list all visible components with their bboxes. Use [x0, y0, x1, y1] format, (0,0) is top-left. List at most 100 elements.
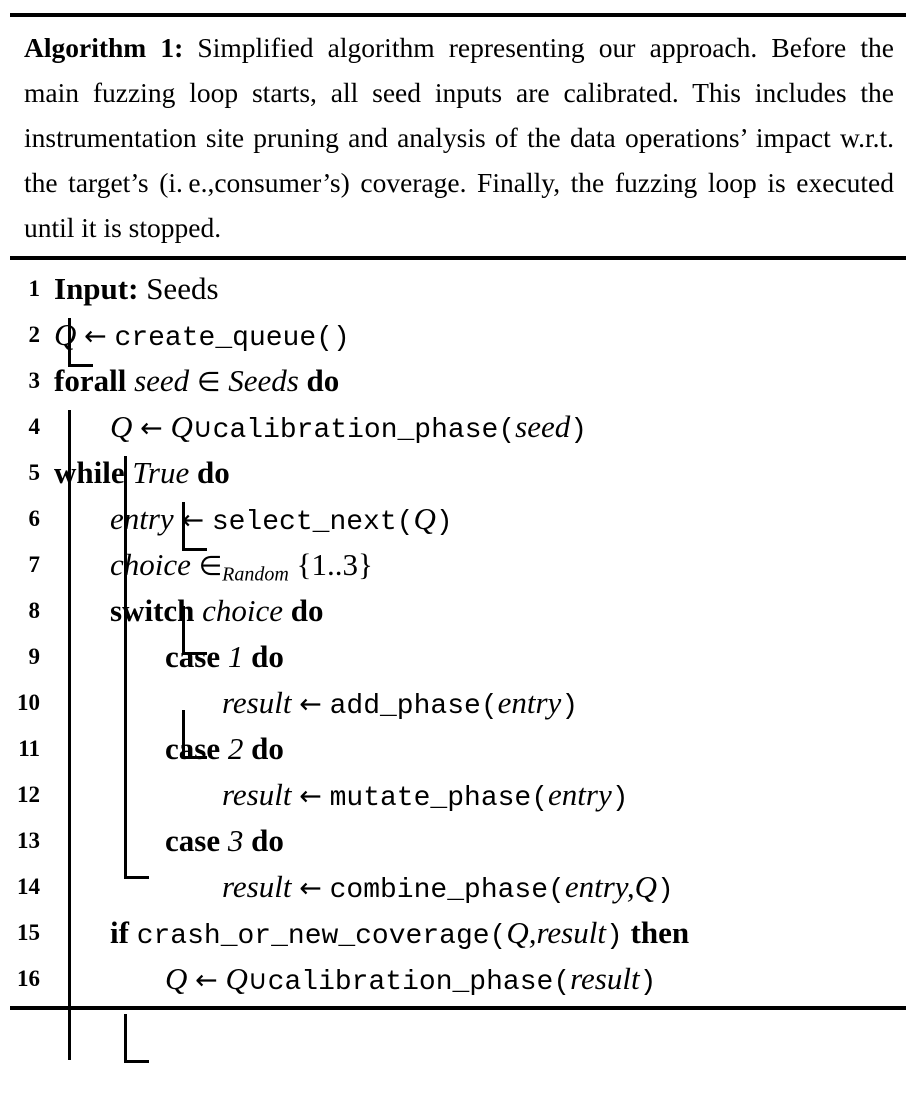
keyword-while: while	[54, 455, 125, 490]
arg-q: Q	[506, 915, 529, 950]
line-number: 7	[28, 552, 41, 577]
arg-entry: entry	[497, 685, 562, 720]
algorithm-label: Algorithm 1:	[24, 32, 184, 63]
case-value: 3	[227, 823, 244, 858]
line-code: if crash_or_new_coverage(Q,result) then	[110, 910, 689, 960]
input-arg: Seeds	[146, 271, 219, 306]
call-create-queue: create_queue()	[114, 323, 350, 354]
algorithm-body: 1 Input: Seeds 2 Q ← create_queue() 3 fo…	[10, 260, 906, 1063]
line-number: 9	[28, 644, 41, 669]
algorithm-line: 9 case 1 do	[10, 634, 906, 680]
algorithm-line: 13 case 3 do	[10, 818, 906, 864]
algorithm-line: 6 entry ← select_next(Q)	[10, 496, 906, 542]
line-code: Q ← Q∪calibration_phase(result)	[165, 956, 656, 1006]
arg-separator: ,	[528, 915, 537, 950]
set-seeds: Seeds	[228, 363, 299, 398]
line-code: result ← mutate_phase(entry)	[222, 772, 629, 822]
line-number: 3	[28, 368, 41, 393]
keyword-then: then	[630, 915, 690, 950]
union-icon: ∪	[192, 413, 213, 444]
var-entry: entry	[110, 501, 174, 536]
var-result: result	[222, 777, 292, 812]
keyword-forall: forall	[54, 363, 127, 398]
arg-q: Q	[413, 501, 436, 536]
line-number: 5	[28, 460, 41, 485]
line-code: entry ← select_next(Q)	[110, 496, 453, 546]
arg-entry: entry	[564, 869, 627, 904]
keyword-do: do	[290, 593, 324, 628]
var-q: Q	[54, 317, 77, 352]
var-result: result	[222, 685, 292, 720]
algorithm-line: 10 result ← add_phase(entry)	[10, 680, 906, 726]
assign-arrow-icon: ←	[84, 321, 107, 352]
close-paren: )	[605, 921, 623, 952]
assign-arrow-icon: ←	[195, 965, 218, 996]
line-code: switch choice do	[110, 588, 324, 634]
call-calibration-phase: calibration_phase(	[212, 415, 516, 446]
line-number: 4	[28, 414, 41, 439]
element-of-icon: ∈	[196, 367, 221, 398]
algorithm-line: 12 result ← mutate_phase(entry)	[10, 772, 906, 818]
algorithm-line: 1 Input: Seeds	[10, 266, 906, 312]
arg-entry: entry	[548, 777, 612, 812]
line-code: forall seed ∈ Seeds do	[54, 358, 339, 406]
var-result: result	[222, 869, 292, 904]
element-of-icon: ∈	[198, 551, 223, 582]
line-number: 6	[28, 506, 41, 531]
line-code: result ← add_phase(entry)	[222, 680, 578, 730]
assign-arrow-icon: ←	[181, 505, 205, 536]
line-number: 15	[17, 920, 40, 945]
line-code: while True do	[54, 450, 230, 496]
assign-arrow-icon: ←	[140, 413, 163, 444]
algorithm-line: 3 forall seed ∈ Seeds do	[10, 358, 906, 404]
line-number: 11	[18, 736, 40, 761]
arg-separator: ,	[626, 869, 635, 904]
union-icon: ∪	[247, 965, 268, 996]
assign-arrow-icon: ←	[299, 781, 322, 812]
var-q: Q	[225, 961, 248, 996]
line-number: 13	[17, 828, 40, 853]
algorithm-caption: Algorithm 1: Simplified algorithm repres…	[10, 17, 906, 256]
line-number: 14	[17, 874, 40, 899]
call-add-phase: add_phase(	[329, 691, 498, 722]
algorithm-line: 7 choice ∈Random {1..3}	[10, 542, 906, 588]
algorithm-line: 2 Q ← create_queue()	[10, 312, 906, 358]
keyword-do: do	[306, 363, 340, 398]
var-q: Q	[165, 961, 188, 996]
subscript-random: Random	[222, 563, 289, 586]
line-code: case 1 do	[165, 634, 284, 680]
call-calibration-phase: calibration_phase(	[267, 967, 571, 998]
keyword-input: Input:	[54, 271, 139, 306]
line-code: Q ← Q∪calibration_phase(seed)	[110, 404, 587, 454]
range-set: {1..3}	[296, 547, 373, 582]
line-number: 10	[17, 690, 40, 715]
algorithm-line: 16 Q ← Q∪calibration_phase(result)	[10, 956, 906, 1002]
keyword-do: do	[251, 639, 284, 674]
line-code: Q ← create_queue()	[54, 312, 350, 362]
line-number: 16	[17, 966, 40, 991]
line-number: 2	[28, 322, 41, 347]
line-number: 8	[28, 598, 41, 623]
keyword-case: case	[165, 823, 221, 858]
arg-q: Q	[634, 869, 657, 904]
line-number: 1	[28, 276, 41, 301]
keyword-switch: switch	[110, 593, 195, 628]
close-paren: )	[561, 691, 579, 722]
close-paren: )	[435, 507, 453, 538]
algorithm-caption-text: Simplified algorithm representing our ap…	[24, 32, 894, 243]
keyword-do: do	[196, 455, 230, 490]
algorithm-line: 8 switch choice do	[10, 588, 906, 634]
line-code: case 3 do	[165, 818, 284, 864]
if-end-bracket	[124, 1014, 149, 1063]
cond-true: True	[132, 455, 190, 490]
call-select-next: select_next(	[211, 507, 414, 538]
var-q: Q	[110, 409, 133, 444]
case-value: 2	[227, 731, 244, 766]
arg-result: result	[570, 961, 640, 996]
bottom-rule	[10, 1006, 906, 1010]
line-code: result ← combine_phase(entry,Q)	[222, 864, 674, 914]
call-combine-phase: combine_phase(	[329, 875, 565, 906]
case-value: 1	[227, 639, 244, 674]
keyword-do: do	[251, 731, 284, 766]
arg-result: result	[536, 915, 606, 950]
